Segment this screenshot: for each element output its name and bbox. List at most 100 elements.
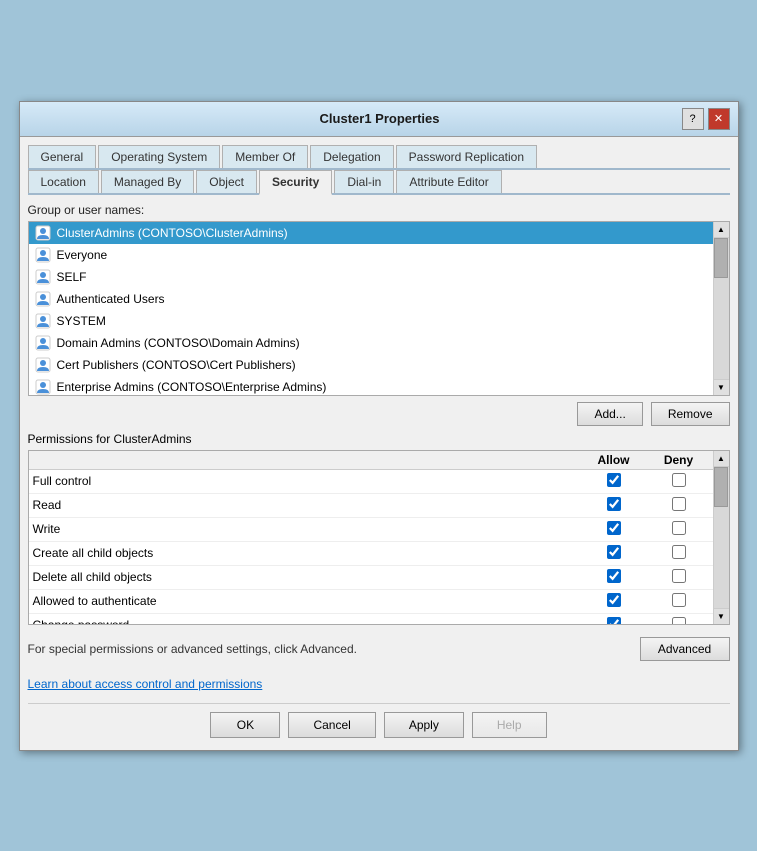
perm-deny-0[interactable]: [649, 473, 709, 490]
tab-security[interactable]: Security: [259, 170, 332, 195]
perm-row-3: Create all child objects: [29, 542, 713, 566]
user-icon-6: [35, 357, 51, 373]
scroll-thumb[interactable]: [714, 238, 728, 278]
apply-button[interactable]: Apply: [384, 712, 464, 738]
user-list[interactable]: ClusterAdmins (CONTOSO\ClusterAdmins) Ev…: [29, 222, 713, 395]
perm-deny-1[interactable]: [649, 497, 709, 514]
user-name-3: Authenticated Users: [57, 292, 165, 306]
tab-password-replication[interactable]: Password Replication: [396, 145, 537, 168]
close-button[interactable]: ✕: [708, 108, 730, 130]
user-item-4[interactable]: SYSTEM: [29, 310, 713, 332]
permissions-container: Allow Deny Full control Read Write: [28, 450, 730, 625]
perm-name-6: Change password: [33, 618, 579, 624]
perm-row-6: Change password: [29, 614, 713, 624]
tab-operating-system[interactable]: Operating System: [98, 145, 220, 168]
tab-attribute-editor[interactable]: Attribute Editor: [396, 170, 501, 193]
perm-deny-6[interactable]: [649, 617, 709, 624]
user-name-1: Everyone: [57, 248, 108, 262]
user-icon-4: [35, 313, 51, 329]
perm-allow-checkbox-3[interactable]: [607, 545, 621, 559]
remove-button[interactable]: Remove: [651, 402, 730, 426]
tab-member-of[interactable]: Member Of: [222, 145, 308, 168]
group-label: Group or user names:: [28, 203, 730, 217]
help-button[interactable]: ?: [682, 108, 704, 130]
perm-scrollbar[interactable]: ▲ ▼: [713, 451, 729, 624]
perm-allow-checkbox-6[interactable]: [607, 617, 621, 624]
user-icon-2: [35, 269, 51, 285]
perm-allow-checkbox-4[interactable]: [607, 569, 621, 583]
user-list-scrollbar[interactable]: ▲ ▼: [713, 222, 729, 395]
help-button-bottom[interactable]: Help: [472, 712, 547, 738]
perm-name-0: Full control: [33, 474, 579, 488]
perm-row-1: Read: [29, 494, 713, 518]
user-item-2[interactable]: SELF: [29, 266, 713, 288]
perm-deny-checkbox-1[interactable]: [672, 497, 686, 511]
perm-allow-checkbox-0[interactable]: [607, 473, 621, 487]
permissions-scroll[interactable]: Allow Deny Full control Read Write: [29, 451, 713, 624]
tab-object[interactable]: Object: [196, 170, 257, 193]
perm-header-deny: Deny: [649, 453, 709, 467]
tabs-row-1: General Operating System Member Of Deleg…: [28, 145, 730, 170]
user-item-5[interactable]: Domain Admins (CONTOSO\Domain Admins): [29, 332, 713, 354]
advanced-row: For special permissions or advanced sett…: [28, 633, 730, 665]
user-icon-1: [35, 247, 51, 263]
perm-allow-checkbox-2[interactable]: [607, 521, 621, 535]
advanced-button[interactable]: Advanced: [640, 637, 730, 661]
user-icon-7: [35, 379, 51, 395]
perm-header-allow: Allow: [579, 453, 649, 467]
perm-deny-checkbox-3[interactable]: [672, 545, 686, 559]
perm-deny-checkbox-6[interactable]: [672, 617, 686, 624]
scroll-up-arrow[interactable]: ▲: [714, 222, 729, 238]
perm-deny-checkbox-0[interactable]: [672, 473, 686, 487]
perm-deny-5[interactable]: [649, 593, 709, 610]
perm-allow-5[interactable]: [579, 593, 649, 610]
perm-allow-1[interactable]: [579, 497, 649, 514]
user-item-0[interactable]: ClusterAdmins (CONTOSO\ClusterAdmins): [29, 222, 713, 244]
perm-deny-3[interactable]: [649, 545, 709, 562]
perm-deny-checkbox-4[interactable]: [672, 569, 686, 583]
perm-scroll-track[interactable]: [714, 467, 729, 608]
user-item-7[interactable]: Enterprise Admins (CONTOSO\Enterprise Ad…: [29, 376, 713, 395]
perm-scroll-thumb[interactable]: [714, 467, 728, 507]
scroll-down-arrow[interactable]: ▼: [714, 379, 729, 395]
scroll-track[interactable]: [714, 238, 729, 379]
perm-deny-2[interactable]: [649, 521, 709, 538]
user-item-1[interactable]: Everyone: [29, 244, 713, 266]
user-icon-5: [35, 335, 51, 351]
perm-allow-3[interactable]: [579, 545, 649, 562]
tab-general[interactable]: General: [28, 145, 97, 168]
user-icon-3: [35, 291, 51, 307]
perm-scroll-up[interactable]: ▲: [714, 451, 729, 467]
tab-managed-by[interactable]: Managed By: [101, 170, 194, 193]
perm-name-3: Create all child objects: [33, 546, 579, 560]
add-button[interactable]: Add...: [577, 402, 642, 426]
perm-deny-checkbox-5[interactable]: [672, 593, 686, 607]
perm-deny-4[interactable]: [649, 569, 709, 586]
user-item-6[interactable]: Cert Publishers (CONTOSO\Cert Publishers…: [29, 354, 713, 376]
perm-allow-checkbox-5[interactable]: [607, 593, 621, 607]
user-item-3[interactable]: Authenticated Users: [29, 288, 713, 310]
perm-row-2: Write: [29, 518, 713, 542]
perm-name-5: Allowed to authenticate: [33, 594, 579, 608]
perm-row-0: Full control: [29, 470, 713, 494]
perm-scroll-down[interactable]: ▼: [714, 608, 729, 624]
window-title: Cluster1 Properties: [78, 111, 682, 126]
perm-name-4: Delete all child objects: [33, 570, 579, 584]
perm-deny-checkbox-2[interactable]: [672, 521, 686, 535]
tab-delegation[interactable]: Delegation: [310, 145, 393, 168]
advanced-text: For special permissions or advanced sett…: [28, 642, 358, 656]
perm-allow-4[interactable]: [579, 569, 649, 586]
perm-allow-2[interactable]: [579, 521, 649, 538]
perm-allow-0[interactable]: [579, 473, 649, 490]
tab-dial-in[interactable]: Dial-in: [334, 170, 394, 193]
perm-allow-checkbox-1[interactable]: [607, 497, 621, 511]
ok-button[interactable]: OK: [210, 712, 280, 738]
permissions-header: Allow Deny: [29, 451, 713, 470]
user-list-container: ClusterAdmins (CONTOSO\ClusterAdmins) Ev…: [28, 221, 730, 396]
user-name-2: SELF: [57, 270, 87, 284]
cancel-button[interactable]: Cancel: [288, 712, 375, 738]
perm-allow-6[interactable]: [579, 617, 649, 624]
tab-location[interactable]: Location: [28, 170, 99, 193]
title-bar: Cluster1 Properties ? ✕: [20, 102, 738, 137]
learn-link[interactable]: Learn about access control and permissio…: [28, 677, 263, 691]
